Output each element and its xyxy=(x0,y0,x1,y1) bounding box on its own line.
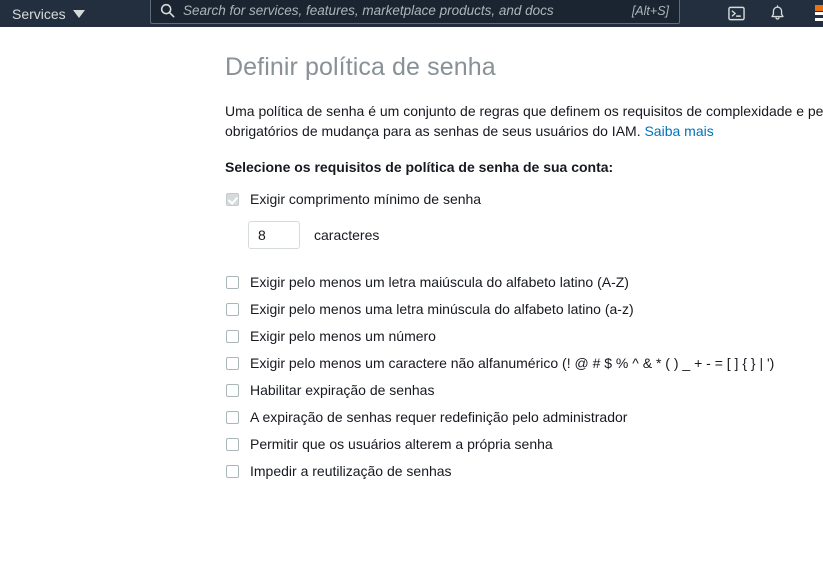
requirement-row-min-length[interactable]: Exigir comprimento mínimo de senha xyxy=(226,189,481,209)
password-policy-page: Definir política de senha Uma política d… xyxy=(0,27,823,586)
checkbox-user-change-password[interactable] xyxy=(226,437,239,451)
bell-notification-icon[interactable] xyxy=(769,4,786,23)
checkbox-label-min-length: Exigir comprimento mínimo de senha xyxy=(250,191,482,207)
checkbox-label-lowercase: Exigir pelo menos uma letra minúscula do… xyxy=(250,301,634,317)
checkbox-number[interactable] xyxy=(226,329,239,343)
services-menu-button[interactable]: Services xyxy=(12,6,85,22)
cloudshell-terminal-icon[interactable] xyxy=(728,5,745,22)
checkbox-non-alphanumeric[interactable] xyxy=(226,356,239,370)
account-menu-edge-clipped[interactable] xyxy=(815,5,823,21)
learn-more-link[interactable]: Saiba mais xyxy=(644,123,713,139)
checkbox-min-length xyxy=(226,192,239,206)
requirement-row-non-alphanumeric[interactable]: Exigir pelo menos um caractere não alfan… xyxy=(226,353,774,373)
checkbox-label-user-change-password: Permitir que os usuários alterem a própr… xyxy=(250,436,553,452)
checkbox-prevent-reuse[interactable] xyxy=(226,464,239,478)
checkbox-label-number: Exigir pelo menos um número xyxy=(250,328,436,344)
min-length-unit-label: caracteres xyxy=(314,227,380,243)
checkbox-label-prevent-reuse: Impedir a reutilização de senhas xyxy=(250,463,452,479)
account-menu-accent xyxy=(815,5,823,11)
requirement-row-lowercase[interactable]: Exigir pelo menos uma letra minúscula do… xyxy=(226,299,634,319)
global-search-box[interactable]: [Alt+S] xyxy=(150,0,680,24)
chevron-down-icon xyxy=(72,9,85,18)
requirement-row-number[interactable]: Exigir pelo menos um número xyxy=(226,326,436,346)
requirement-row-uppercase[interactable]: Exigir pelo menos um letra maiúscula do … xyxy=(226,272,629,292)
requirement-row-admin-reset[interactable]: A expiração de senhas requer redefinição… xyxy=(226,407,627,427)
search-input[interactable] xyxy=(183,3,632,18)
checkbox-label-uppercase: Exigir pelo menos um letra maiúscula do … xyxy=(250,274,629,290)
checkbox-label-enable-expiration: Habilitar expiração de senhas xyxy=(250,382,435,398)
checkbox-label-admin-reset: A expiração de senhas requer redefinição… xyxy=(250,409,628,425)
description-line-1: Uma política de senha é um conjunto de r… xyxy=(225,103,823,119)
requirement-row-user-change-password[interactable]: Permitir que os usuários alterem a própr… xyxy=(226,434,553,454)
requirement-row-enable-expiration[interactable]: Habilitar expiração de senhas xyxy=(226,380,434,400)
requirements-section-label: Selecione os requisitos de política de s… xyxy=(225,159,614,175)
checkbox-label-non-alphanumeric: Exigir pelo menos um caractere não alfan… xyxy=(250,355,775,371)
nav-icon-group xyxy=(728,0,786,27)
min-length-input[interactable] xyxy=(248,221,300,249)
search-shortcut-hint: [Alt+S] xyxy=(631,3,669,18)
checkbox-uppercase[interactable] xyxy=(226,275,239,289)
checkbox-enable-expiration[interactable] xyxy=(226,383,239,397)
requirement-row-prevent-reuse[interactable]: Impedir a reutilização de senhas xyxy=(226,461,452,481)
top-navigation-bar: Services [Alt+S] xyxy=(0,0,823,27)
checkbox-admin-reset[interactable] xyxy=(226,410,239,424)
services-menu-label: Services xyxy=(12,5,66,22)
description-line-2: obrigatórios de mudança para as senhas d… xyxy=(225,123,645,139)
page-title: Definir política de senha xyxy=(225,53,496,81)
page-description: Uma política de senha é um conjunto de r… xyxy=(225,101,823,141)
search-icon xyxy=(160,3,175,18)
account-menu-notch xyxy=(815,15,823,18)
checkbox-lowercase[interactable] xyxy=(226,302,239,316)
min-length-field-row: caracteres xyxy=(248,221,379,249)
